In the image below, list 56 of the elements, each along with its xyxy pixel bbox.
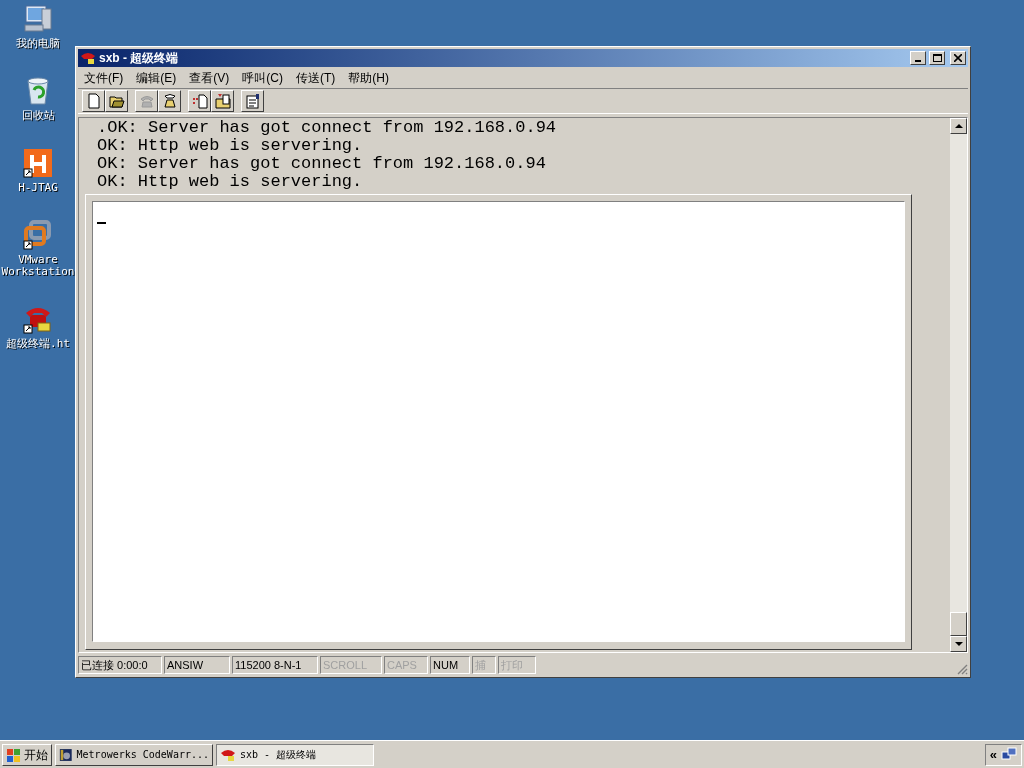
taskbar-task-button[interactable]: Metrowerks CodeWarr... [55, 743, 213, 766]
terminal-line: .OK: Server has got connect from 192.168.0.94 [97, 119, 558, 137]
open-icon [108, 93, 125, 109]
properties-tool-button[interactable] [241, 90, 264, 112]
receive-tool-button[interactable] [211, 90, 234, 112]
menu-item[interactable]: 传送(T) [296, 69, 336, 87]
open-tool-button[interactable] [105, 90, 128, 112]
hangup-tool-button[interactable] [158, 90, 181, 112]
scroll-down-button[interactable] [950, 636, 967, 652]
status-field: ANSIW [164, 656, 230, 674]
resize-grip-icon[interactable] [956, 663, 968, 675]
app-icon [59, 746, 73, 763]
desktop-icon-label[interactable]: VMware Workstation [0, 254, 76, 278]
network-icon[interactable] [1001, 746, 1017, 763]
terminal-line: OK: Http web is servering. [97, 173, 364, 191]
status-field: 115200 8-N-1 [232, 656, 318, 674]
h-logo-icon [22, 147, 54, 179]
receive-icon [214, 93, 231, 109]
close-button[interactable] [950, 51, 966, 65]
window-title: sxb - 超级终端 [99, 50, 180, 67]
menu-item[interactable]: 文件(F) [84, 69, 124, 87]
scroll-thumb[interactable] [950, 612, 967, 636]
desktop-icon-label[interactable]: 超级终端.ht [6, 338, 70, 350]
maximize-button[interactable] [929, 51, 945, 65]
vertical-scrollbar[interactable] [950, 118, 967, 652]
windows-logo-icon [6, 746, 22, 763]
menu-item[interactable]: 帮助(H) [348, 69, 389, 87]
menu-item[interactable]: 呼叫(C) [242, 69, 283, 87]
tray-expand-button[interactable]: « [989, 744, 997, 765]
desktop-icon-label[interactable]: H-JTAG [18, 182, 58, 194]
hangup-icon [161, 93, 178, 109]
new-tool-button[interactable] [82, 90, 105, 112]
computer-icon [22, 3, 54, 35]
send-tool-button[interactable] [188, 90, 211, 112]
desktop-icon-label[interactable]: 我的电脑 [16, 38, 60, 50]
desktop-icon-label[interactable]: 回收站 [21, 110, 55, 122]
down-arrow-icon [954, 640, 963, 648]
close-icon [954, 54, 962, 62]
taskbar-task-button[interactable]: sxb - 超级终端 [216, 743, 374, 766]
telephone-icon [80, 50, 96, 66]
scroll-up-button[interactable] [950, 118, 967, 134]
minimize-button[interactable] [910, 51, 926, 65]
terminal-line: OK: Server has got connect from 192.168.0.94 [97, 155, 547, 173]
properties-icon [244, 93, 261, 109]
send-icon [191, 93, 208, 109]
status-field: 已连接 0:00:0 [78, 656, 162, 674]
new-icon [85, 93, 102, 109]
menu-item[interactable]: 查看(V) [189, 69, 230, 87]
start-button[interactable]: 开始 [2, 743, 52, 766]
status-field: NUM [430, 656, 470, 674]
vmware-icon [22, 219, 54, 251]
up-arrow-icon [954, 122, 963, 130]
text-cursor [97, 222, 106, 224]
terminal-line: OK: Http web is servering. [97, 137, 364, 155]
call-icon [138, 93, 155, 109]
menu-item[interactable]: 编辑(E) [136, 69, 177, 87]
